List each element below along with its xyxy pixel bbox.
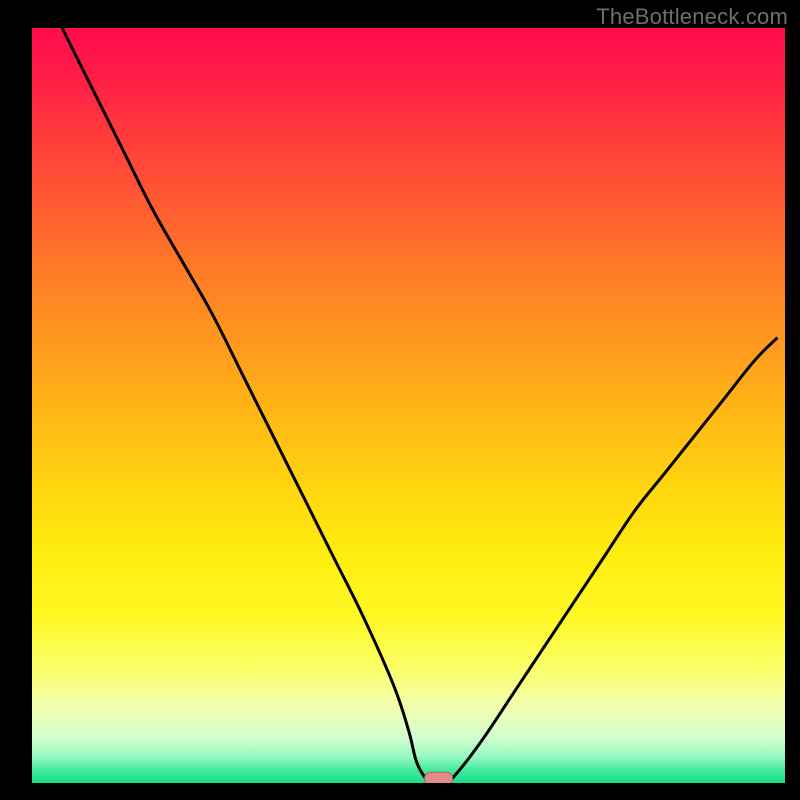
optimum-marker xyxy=(425,772,453,783)
bottleneck-chart-svg xyxy=(32,28,785,783)
plot-area xyxy=(32,28,785,783)
gradient-background xyxy=(32,28,785,783)
chart-frame: { "watermark": "TheBottleneck.com", "col… xyxy=(0,0,800,800)
watermark-text: TheBottleneck.com xyxy=(596,4,788,30)
